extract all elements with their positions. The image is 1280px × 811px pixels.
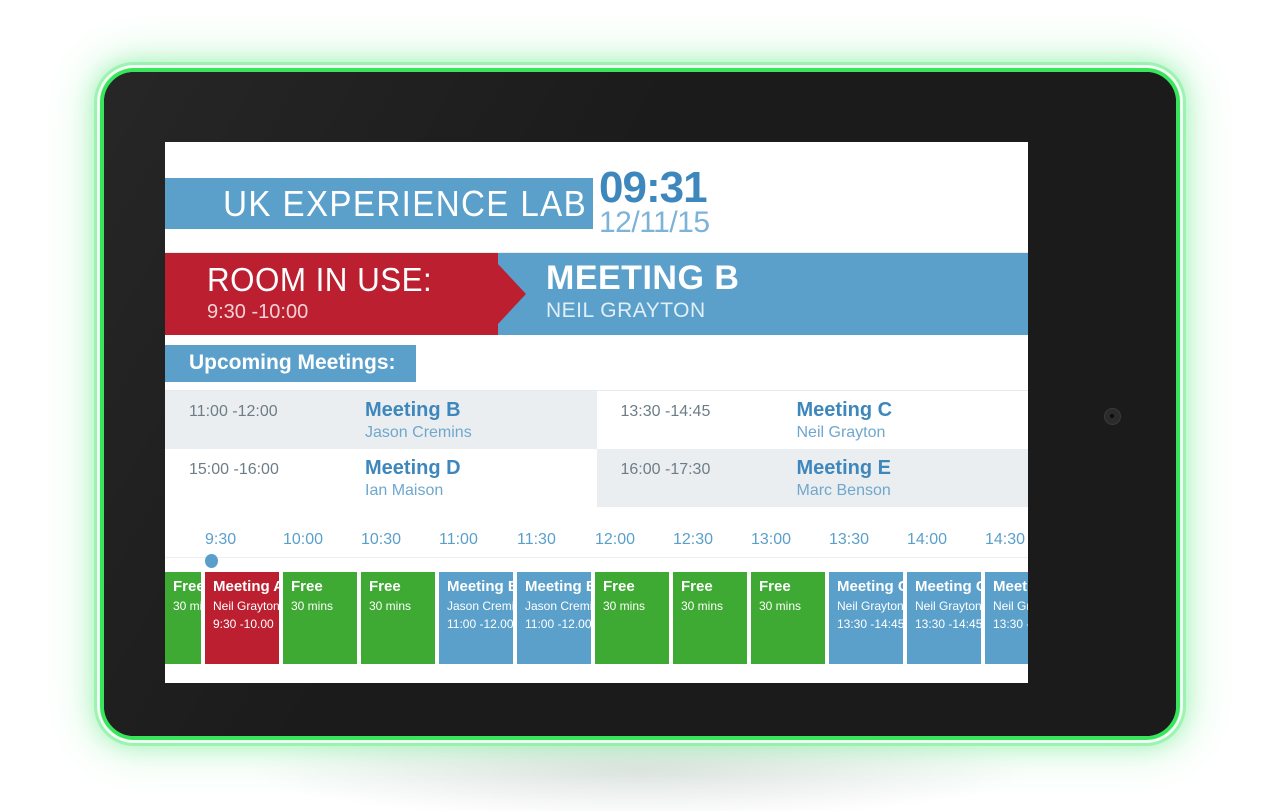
upcoming-meeting-cell[interactable]: 16:00 -17:30 Meeting E Marc Benson xyxy=(596,449,1029,507)
tablet-device: UK EXPERIENCE LAB 09:31 12/11/15 ROOM IN… xyxy=(100,68,1180,740)
timeline-block-owner: 30 mins xyxy=(759,598,802,613)
room-status-bar: ROOM IN USE: 9:30 -10:00 MEETING B NEIL … xyxy=(165,253,1028,335)
room-name-bar: UK EXPERIENCE LAB xyxy=(165,178,593,229)
upcoming-meeting-owner: Neil Grayton xyxy=(796,424,886,441)
timeline-block-time: 13:30 -14:45 xyxy=(993,616,1028,631)
screen-header: UK EXPERIENCE LAB 09:31 12/11/15 xyxy=(165,142,1028,253)
timeline-block-owner: 30 mins xyxy=(681,598,724,613)
room-status-label: ROOM IN USE: xyxy=(207,261,433,298)
timeline-block-time: 11:00 -12.00 xyxy=(525,616,591,631)
timeline-block-title: Free xyxy=(603,578,635,595)
clock: 09:31 12/11/15 xyxy=(599,166,710,238)
timeline-block[interactable]: Free 30 mins xyxy=(165,572,201,664)
timeline-block[interactable]: Meeting B Jason Cremins 11:00 -12.00 xyxy=(517,572,591,664)
upcoming-meeting-title: Meeting D xyxy=(365,457,461,479)
timeline-block[interactable]: Meeting C Neil Grayton 13:30 -14:45 xyxy=(829,572,903,664)
day-timeline: 9:30 10:00 10:30 11:00 11:30 12:00 12:30 13:00 1… xyxy=(165,531,1028,664)
timeline-block[interactable]: Meeting A Neil Grayton 9:30 -10.00 xyxy=(205,572,279,664)
room-status-panel: ROOM IN USE: 9:30 -10:00 xyxy=(165,253,526,335)
tablet-bezel: UK EXPERIENCE LAB 09:31 12/11/15 ROOM IN… xyxy=(104,72,1176,736)
timeline-block[interactable]: Free 30 mins xyxy=(673,572,747,664)
timeline-block-title: Meeting A xyxy=(213,578,279,595)
clock-date: 12/11/15 xyxy=(599,206,710,239)
current-meeting-panel: MEETING B NEIL GRAYTON xyxy=(498,253,1028,335)
timeline-axis xyxy=(165,554,1028,572)
timeline-block-time: 13:30 -14:45 xyxy=(837,616,903,631)
upcoming-meeting-owner: Jason Cremins xyxy=(365,424,472,441)
timeline-tick-label: 12:00 xyxy=(595,531,636,548)
upcoming-heading-row: Upcoming Meetings: xyxy=(165,335,1028,382)
timeline-block-title: Meeting B xyxy=(447,578,513,595)
upcoming-meeting-cell[interactable]: 11:00 -12:00 Meeting B Jason Cremins xyxy=(165,391,597,449)
timeline-block-owner: Neil Grayton xyxy=(837,598,903,613)
timeline-tick-label: 11:30 xyxy=(517,531,556,548)
current-time-marker xyxy=(205,554,218,568)
upcoming-heading: Upcoming Meetings: xyxy=(165,345,416,382)
timeline-block[interactable]: Meeting B Jason Cremins 11:00 -12.00 xyxy=(439,572,513,664)
upcoming-meeting-title: Meeting C xyxy=(796,399,893,421)
timeline-block[interactable]: Free 30 mins xyxy=(283,572,357,664)
upcoming-meeting-info: Meeting E Marc Benson xyxy=(797,458,1029,500)
timeline-block-owner: Jason Cremins xyxy=(525,598,591,613)
upcoming-meeting-cell[interactable]: 15:00 -16:00 Meeting D Ian Maison xyxy=(165,449,597,507)
clock-time: 09:31 xyxy=(599,163,708,212)
timeline-block-title: Free xyxy=(681,578,713,595)
upcoming-meeting-owner: Ian Maison xyxy=(365,482,444,499)
current-meeting-name: MEETING B xyxy=(546,259,740,297)
timeline-tick-labels: 9:30 10:00 10:30 11:00 11:30 12:00 12:30 13:00 1… xyxy=(165,531,1028,557)
upcoming-meetings-grid: 11:00 -12:00 Meeting B Jason Cremins 13:30 … xyxy=(165,390,1028,507)
timeline-block[interactable]: Free 30 mins xyxy=(751,572,825,664)
upcoming-meeting-title: Meeting B xyxy=(365,399,461,421)
timeline-block[interactable]: Meeting C Neil Grayton 13:30 -14:45 xyxy=(985,572,1028,664)
timeline-tick-label: 14:00 xyxy=(907,531,948,548)
upcoming-meeting-cell[interactable]: 13:30 -14:45 Meeting C Neil Grayton xyxy=(596,391,1029,449)
timeline-tick-label: 12:30 xyxy=(673,531,714,548)
timeline-block-title: Meeting C xyxy=(915,578,981,595)
timeline-tick-label: 14:30 xyxy=(985,531,1026,548)
room-status-time: 9:30 -10:00 xyxy=(207,301,309,323)
timeline-tick-label: 13:30 xyxy=(829,531,870,548)
timeline-tick-label: 11:00 xyxy=(439,531,478,548)
timeline-block-title: Free xyxy=(759,578,791,595)
timeline-block[interactable]: Meeting C Neil Grayton 13:30 -14:45 xyxy=(907,572,981,664)
room-name: UK EXPERIENCE LAB xyxy=(223,182,588,224)
timeline-block-time: 11:00 -12.00 xyxy=(447,616,513,631)
timeline-block-owner: Jason Cremins xyxy=(447,598,513,613)
timeline-block[interactable]: Free 30 mins xyxy=(361,572,435,664)
timeline-tick-label: 13:00 xyxy=(751,531,792,548)
camera-dot-icon xyxy=(1104,408,1121,425)
timeline-block-title: Free xyxy=(369,578,401,595)
timeline-tick-label: 10:30 xyxy=(361,531,402,548)
timeline-block-title: Free xyxy=(173,578,201,595)
upcoming-meeting-time: 16:00 -17:30 xyxy=(620,461,711,478)
upcoming-meeting-time: 11:00 -12:00 xyxy=(189,403,278,420)
timeline-block-owner: Neil Grayton xyxy=(213,598,279,613)
timeline-block-owner: 30 mins xyxy=(173,598,201,613)
current-meeting-organiser: NEIL GRAYTON xyxy=(546,299,706,322)
timeline-block-owner: 30 mins xyxy=(369,598,412,613)
upcoming-meeting-info: Meeting C Neil Grayton xyxy=(797,400,1029,442)
timeline-block-time: 13:30 -14:45 xyxy=(915,616,981,631)
timeline-blocks: Free 30 mins Meeting A Neil Grayton 9:30 -10… xyxy=(165,572,1028,664)
timeline-block-owner: 30 mins xyxy=(291,598,334,613)
upcoming-meeting-time: 13:30 -14:45 xyxy=(620,403,711,420)
timeline-block[interactable]: Free 30 mins xyxy=(595,572,669,664)
timeline-tick-label: 9:30 xyxy=(205,531,237,548)
timeline-block-title: Meeting B xyxy=(525,578,591,595)
upcoming-meeting-title: Meeting E xyxy=(796,457,891,479)
display-screen: UK EXPERIENCE LAB 09:31 12/11/15 ROOM IN… xyxy=(165,142,1028,683)
timeline-block-title: Meeting C xyxy=(993,578,1028,595)
upcoming-meeting-info: Meeting B Jason Cremins xyxy=(365,400,597,442)
timeline-block-title: Meeting C xyxy=(837,578,903,595)
timeline-block-title: Free xyxy=(291,578,323,595)
upcoming-meeting-info: Meeting D Ian Maison xyxy=(365,458,597,500)
upcoming-meeting-owner: Marc Benson xyxy=(796,482,891,499)
timeline-block-time: 9:30 -10.00 xyxy=(213,616,274,631)
timeline-block-owner: Neil Grayton xyxy=(993,598,1028,613)
timeline-tick-label: 10:00 xyxy=(283,531,324,548)
timeline-block-owner: Neil Grayton xyxy=(915,598,981,613)
timeline-block-owner: 30 mins xyxy=(603,598,646,613)
upcoming-meeting-time: 15:00 -16:00 xyxy=(189,461,279,478)
